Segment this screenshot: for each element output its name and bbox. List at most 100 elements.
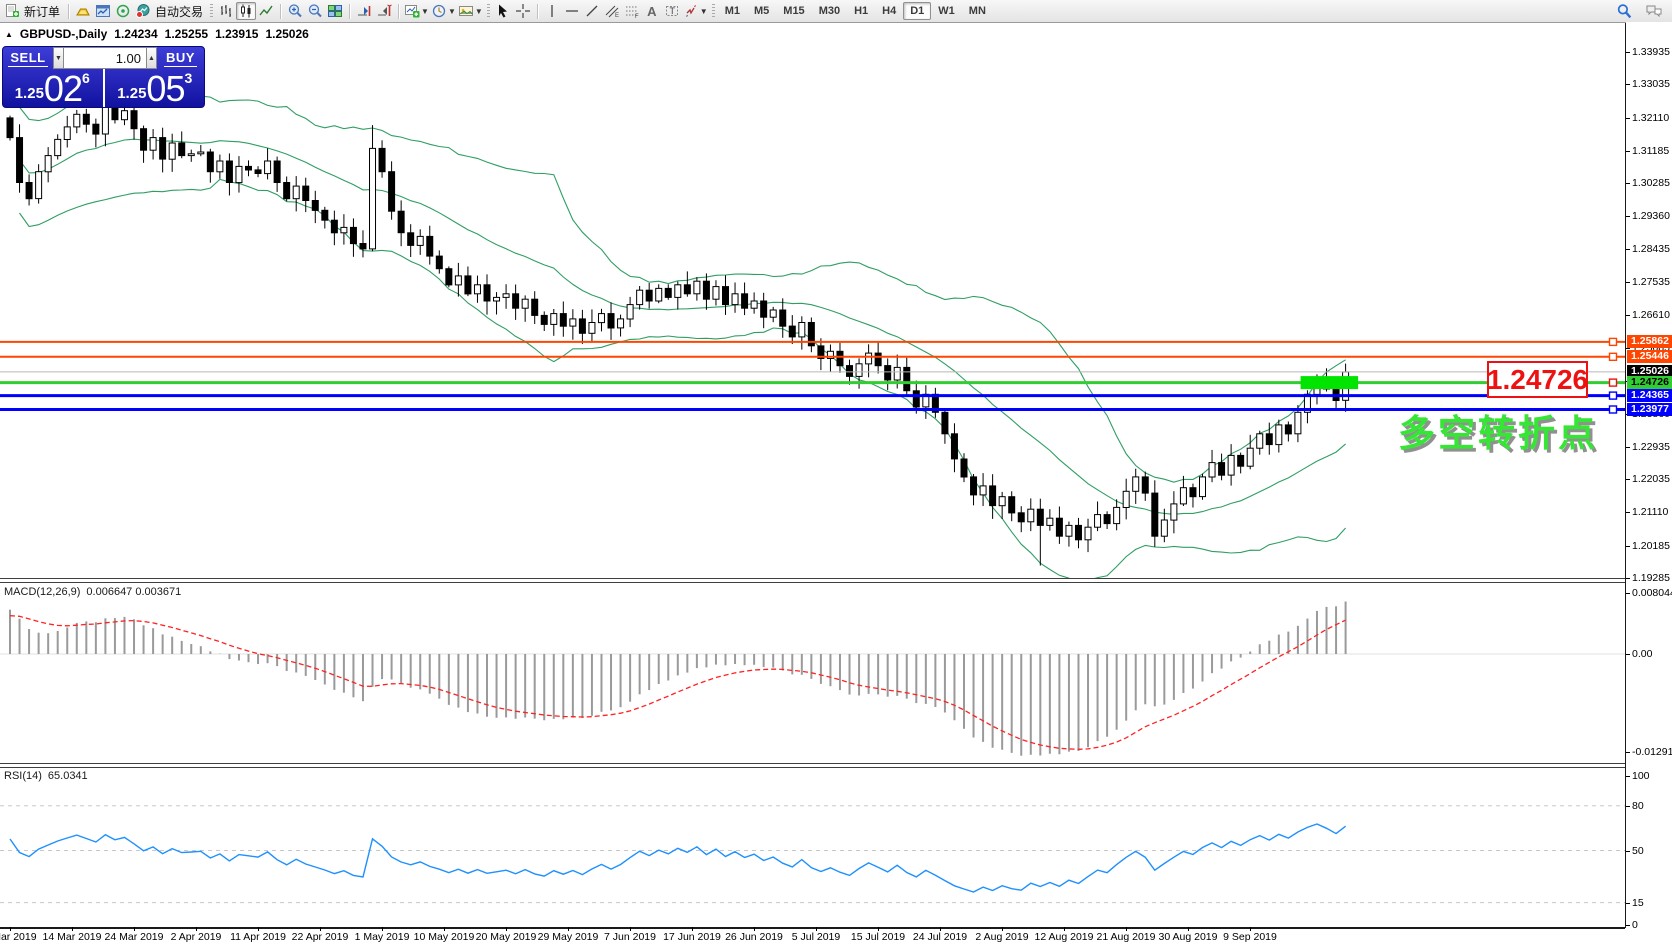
candle-body (36, 172, 42, 199)
timeframe-M30[interactable]: M30 (812, 2, 847, 20)
candle-body (64, 127, 70, 140)
toolbar-grip[interactable] (210, 4, 213, 18)
text-label-tool-icon[interactable]: T (662, 2, 682, 20)
gold-ingot-icon[interactable] (73, 2, 93, 20)
date-label: 11 Apr 2019 (230, 931, 286, 943)
line-anchor[interactable] (1610, 392, 1617, 399)
price-chip-1.23977: 1.23977 (1627, 403, 1672, 416)
candle-body (913, 391, 919, 407)
new-chart-button[interactable]: ▼ (403, 2, 430, 20)
price-tick: 1.22935 (1626, 441, 1672, 453)
timeframe-H4[interactable]: H4 (875, 2, 903, 20)
line-anchor[interactable] (1610, 379, 1617, 386)
time-axis[interactable]: 5 Mar 201914 Mar 201924 Mar 20192 Apr 20… (0, 929, 1672, 945)
pane-separator[interactable] (0, 763, 1672, 768)
chart-window-icon[interactable] (93, 2, 113, 20)
sell-price-display[interactable]: 1.25 02 6 (3, 69, 102, 108)
candle-body (274, 161, 280, 183)
toolbar-grip[interactable] (712, 4, 715, 18)
timeframe-M15[interactable]: M15 (776, 2, 811, 20)
separator (280, 4, 281, 19)
candle-body (799, 323, 805, 337)
new-order-label[interactable]: 新订单 (22, 3, 64, 20)
candle-body (551, 314, 557, 325)
chart-shift-icon[interactable] (374, 2, 394, 20)
candlestick-chart-type-icon[interactable] (236, 2, 256, 20)
candle-body (866, 353, 872, 364)
autotrading-icon[interactable] (133, 2, 153, 20)
timeframe-M1[interactable]: M1 (718, 2, 747, 20)
autotrading-label[interactable]: 自动交易 (153, 3, 207, 20)
rsi-pane[interactable] (0, 768, 1625, 927)
one-click-trading-panel: SELL ▼ ▲ BUY 1.25 02 6 1.25 05 3 (2, 46, 205, 108)
candle-body (7, 118, 13, 138)
timeframe-D1[interactable]: D1 (903, 2, 931, 20)
candle-body (188, 154, 194, 156)
timeframe-M5[interactable]: M5 (747, 2, 776, 20)
collapse-icon[interactable]: ▲ (5, 30, 13, 39)
price-tick: 100 (1626, 770, 1672, 782)
candle-body (885, 366, 891, 380)
horizontal-line-tool-icon[interactable] (562, 2, 582, 20)
candle-body (427, 236, 433, 256)
pane-separator[interactable] (0, 578, 1672, 583)
cursor-tool-icon[interactable] (493, 2, 513, 20)
main-price-pane[interactable] (0, 23, 1625, 578)
volume-input[interactable] (64, 47, 146, 69)
candle-body (627, 305, 633, 319)
line-chart-type-icon[interactable] (256, 2, 276, 20)
line-anchor[interactable] (1610, 353, 1617, 360)
chat-icon[interactable] (1644, 2, 1664, 20)
vertical-line-tool-icon[interactable] (542, 2, 562, 20)
line-anchor[interactable] (1610, 406, 1617, 413)
candle-body (398, 211, 404, 233)
templates-button[interactable]: ▼ (457, 2, 484, 20)
text-tool-icon[interactable]: A (642, 2, 662, 20)
separator (68, 4, 69, 19)
candle-body (446, 269, 452, 285)
price-tick: 15 (1626, 897, 1672, 909)
zoom-out-icon[interactable] (305, 2, 325, 20)
macd-pane[interactable] (0, 583, 1625, 763)
buy-price-display[interactable]: 1.25 05 3 (106, 69, 205, 108)
toolbar-grip[interactable] (487, 4, 490, 18)
fibonacci-tool-icon[interactable]: F (622, 2, 642, 20)
candle-body (742, 294, 748, 308)
trendline-tool-icon[interactable] (582, 2, 602, 20)
line-anchor[interactable] (1610, 338, 1617, 345)
arrows-tool-button[interactable]: ▼ (682, 2, 709, 20)
auto-scroll-icon[interactable] (354, 2, 374, 20)
price-tick: 1.26610 (1626, 309, 1672, 321)
candle-body (579, 319, 585, 333)
zoom-in-icon[interactable] (285, 2, 305, 20)
date-label: 14 Mar 2019 (43, 931, 102, 943)
high-value: 1.25255 (165, 27, 208, 41)
candle-body (713, 287, 719, 300)
turning-point-annotation[interactable]: 多空转折点 (1398, 403, 1598, 457)
price-callout-label[interactable]: 1.24726 (1487, 361, 1588, 398)
search-icon[interactable] (1614, 2, 1634, 20)
timeframe-H1[interactable]: H1 (847, 2, 875, 20)
candle-body (236, 166, 242, 182)
equidistant-channel-tool-icon[interactable]: E (602, 2, 622, 20)
candle-body (74, 114, 80, 127)
periods-button[interactable]: ▼ (430, 2, 457, 20)
candle-body (522, 299, 528, 308)
price-tick: 1.30285 (1626, 177, 1672, 189)
crosshair-tool-icon[interactable] (513, 2, 533, 20)
candle-body (856, 364, 862, 377)
volume-increase-button[interactable]: ▲ (146, 47, 157, 69)
volume-decrease-button[interactable]: ▼ (53, 47, 64, 69)
buy-button[interactable]: BUY (157, 47, 204, 69)
sell-button[interactable]: SELL (3, 47, 53, 69)
highlight-zone[interactable] (1301, 376, 1359, 389)
level-lines[interactable] (0, 342, 1625, 410)
date-label: 15 Jul 2019 (851, 931, 905, 943)
bar-chart-type-icon[interactable] (216, 2, 236, 20)
timeframe-MN[interactable]: MN (962, 2, 993, 20)
tile-windows-icon[interactable] (325, 2, 345, 20)
new-order-button[interactable] (2, 2, 22, 20)
price-axis[interactable]: 1.339351.330351.321101.311851.302851.293… (1626, 22, 1672, 928)
signal-icon[interactable] (113, 2, 133, 20)
timeframe-W1[interactable]: W1 (931, 2, 962, 20)
